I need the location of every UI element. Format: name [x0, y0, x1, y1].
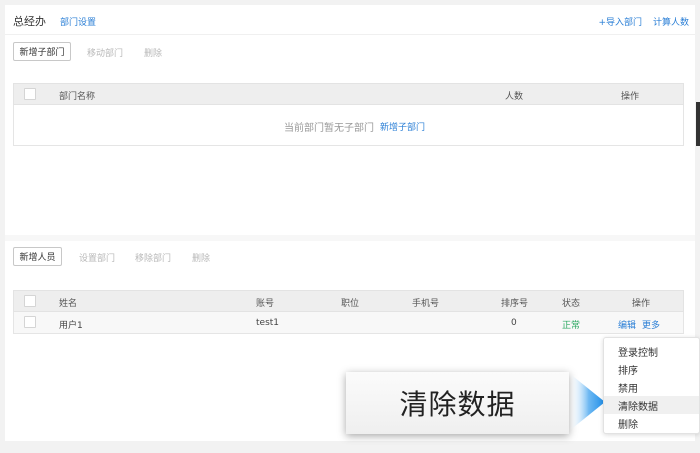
row-checkbox[interactable] — [24, 316, 36, 328]
delete-member-button[interactable]: 删除 — [192, 251, 210, 264]
cell-order: 0 — [511, 318, 517, 328]
page-title: 总经办 — [13, 15, 46, 28]
more-link[interactable]: 更多 — [642, 318, 660, 331]
add-subdept-label: 新增子部门 — [19, 48, 65, 58]
edit-link[interactable]: 编辑 — [618, 318, 636, 331]
col-name: 姓名 — [59, 299, 78, 309]
col-status: 状态 — [562, 299, 581, 309]
more-actions-menu: 登录控制 排序 禁用 清除数据 删除 — [603, 337, 700, 434]
cell-name: 用户1 — [59, 321, 83, 331]
import-dept-link[interactable]: +导入部门 — [598, 15, 642, 28]
add-subdept-button[interactable]: 新增子部门 — [13, 42, 71, 61]
col-dept-name: 部门名称 — [59, 92, 96, 102]
add-member-button[interactable]: 新增人员 — [13, 247, 62, 266]
empty-message: 当前部门暂无子部门 — [284, 123, 374, 134]
col-account: 账号 — [256, 299, 275, 309]
callout-text: 清除数据 — [399, 388, 516, 421]
dept-settings-link[interactable]: 部门设置 — [60, 15, 96, 28]
col-headcount: 人数 — [505, 92, 524, 102]
remove-dept-button[interactable]: 移除部门 — [135, 251, 171, 264]
col-phone: 手机号 — [412, 299, 440, 309]
subdept-table-header: 部门名称 人数 操作 — [13, 83, 684, 105]
menu-item-label: 排序 — [618, 365, 638, 377]
menu-item-clear-data[interactable]: 清除数据 — [604, 396, 699, 414]
add-member-label: 新增人员 — [19, 253, 56, 263]
table-row: 用户1 test1 0 正常 编辑 更多 — [13, 312, 684, 334]
menu-item-label: 登录控制 — [618, 347, 658, 359]
select-all-members-checkbox[interactable] — [24, 295, 36, 307]
member-table-header: 姓名 账号 职位 手机号 排序号 状态 操作 — [13, 290, 684, 312]
status-badge: 正常 — [562, 321, 581, 331]
move-dept-button[interactable]: 移动部门 — [87, 46, 123, 59]
pointer-arrow-icon — [569, 373, 605, 431]
empty-add-subdept-link[interactable]: 新增子部门 — [380, 120, 425, 133]
menu-item-label: 禁用 — [618, 383, 638, 395]
menu-item-label: 删除 — [618, 419, 638, 431]
scrollbar-thumb[interactable] — [696, 102, 700, 146]
subdept-empty-state: 当前部门暂无子部门 新增子部门 — [13, 105, 684, 146]
page-header: 总经办 部门设置 +导入部门 计算人数 — [5, 5, 695, 35]
menu-item-disable[interactable]: 禁用 — [604, 378, 699, 396]
set-dept-button[interactable]: 设置部门 — [79, 251, 115, 264]
callout-label: 清除数据 — [346, 372, 569, 434]
menu-item-login-control[interactable]: 登录控制 — [604, 342, 699, 360]
select-all-subdept-checkbox[interactable] — [24, 88, 36, 100]
count-members-link[interactable]: 计算人数 — [653, 15, 689, 28]
col-member-actions: 操作 — [632, 299, 651, 309]
cell-account: test1 — [256, 318, 280, 328]
col-actions: 操作 — [621, 92, 640, 102]
menu-item-sort[interactable]: 排序 — [604, 360, 699, 378]
col-order: 排序号 — [501, 299, 529, 309]
menu-item-label: 清除数据 — [618, 401, 658, 413]
col-position: 职位 — [341, 299, 360, 309]
delete-dept-button[interactable]: 删除 — [144, 46, 162, 59]
menu-item-delete[interactable]: 删除 — [604, 414, 699, 432]
section-divider — [5, 235, 695, 241]
